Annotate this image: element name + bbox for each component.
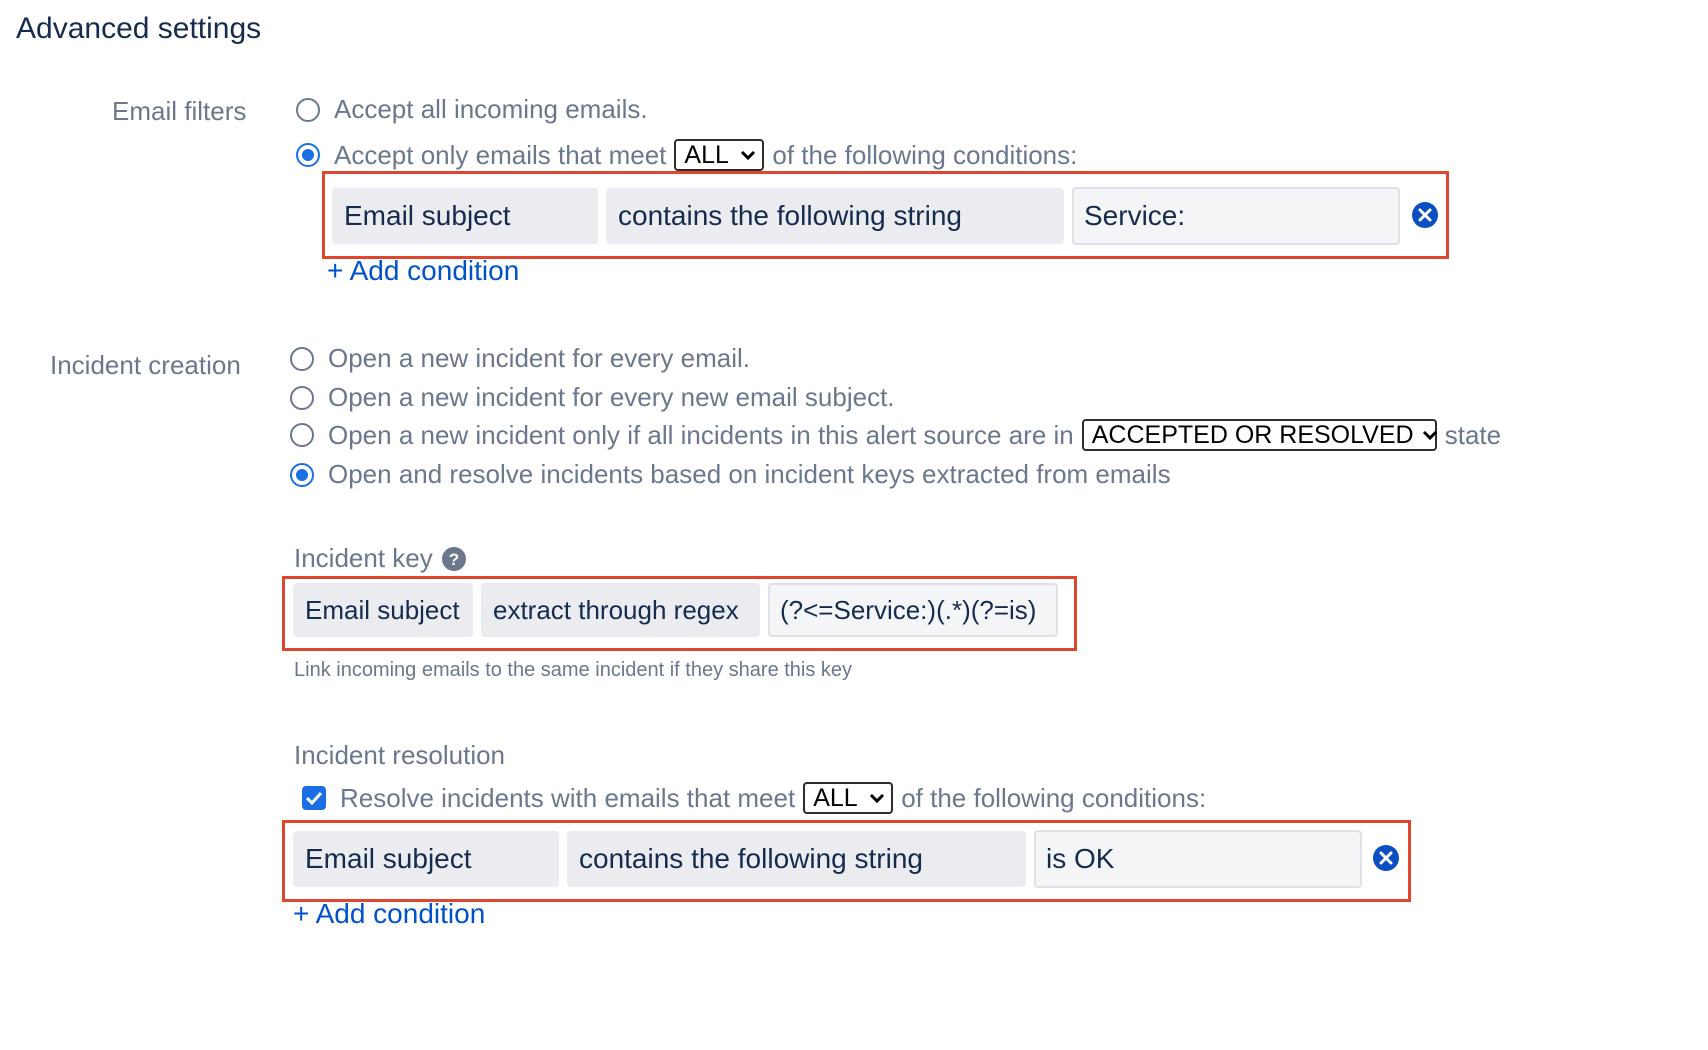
incident-resolution-label: Incident resolution bbox=[294, 740, 506, 770]
creation-option-every-subject[interactable]: Open a new incident for every new email … bbox=[290, 382, 895, 413]
svg-text:?: ? bbox=[449, 550, 459, 569]
resolution-checkbox-prefix: Resolve incidents with emails that meet bbox=[340, 782, 796, 813]
filter-option-accept-all[interactable]: Accept all incoming emails. bbox=[296, 94, 648, 125]
help-icon[interactable]: ? bbox=[441, 546, 467, 572]
email-filters-label: Email filters bbox=[112, 96, 247, 126]
remove-condition-icon[interactable] bbox=[1411, 201, 1439, 229]
radio-icon[interactable] bbox=[290, 346, 314, 371]
incident-key-field[interactable]: Email subject bbox=[293, 583, 473, 637]
resolution-checkbox-suffix: of the following conditions: bbox=[901, 782, 1207, 813]
resolution-match-select-value: ALL bbox=[813, 783, 858, 812]
creation-option-keys[interactable]: Open and resolve incidents based on inci… bbox=[290, 459, 1171, 490]
incident-key-helper-text: Link incoming emails to the same inciden… bbox=[294, 659, 853, 681]
creation-option-every-email[interactable]: Open a new incident for every email. bbox=[290, 343, 750, 374]
radio-icon[interactable] bbox=[290, 385, 314, 410]
creation-state-select[interactable]: ACCEPTED OR RESOLVED bbox=[1081, 419, 1438, 451]
resolution-checkbox-row[interactable]: Resolve incidents with emails that meet … bbox=[302, 782, 1206, 814]
creation-option-every-email-label: Open a new incident for every email. bbox=[328, 343, 750, 373]
incident-key-operator[interactable]: extract through regex bbox=[481, 583, 760, 637]
filter-option-accept-only[interactable]: Accept only emails that meet ALL of the … bbox=[296, 139, 1077, 171]
creation-option-state[interactable]: Open a new incident only if all incident… bbox=[290, 419, 1501, 451]
creation-option-state-suffix: state bbox=[1444, 419, 1502, 450]
filter-condition-value-input[interactable]: Service: bbox=[1072, 187, 1400, 245]
filter-option-prefix: Accept only emails that meet bbox=[334, 139, 667, 170]
filter-option-accept-all-label: Accept all incoming emails. bbox=[334, 94, 648, 124]
filter-option-suffix: of the following conditions: bbox=[772, 139, 1078, 170]
radio-icon[interactable] bbox=[290, 423, 314, 447]
resolution-condition-field[interactable]: Email subject bbox=[293, 831, 559, 887]
incident-key-regex-input[interactable]: (?<=Service:)(.*)(?=is) bbox=[768, 583, 1058, 637]
creation-option-keys-label: Open and resolve incidents based on inci… bbox=[328, 459, 1171, 489]
chevron-down-icon bbox=[740, 149, 756, 161]
incident-creation-label: Incident creation bbox=[50, 350, 241, 380]
filter-condition-field[interactable]: Email subject bbox=[332, 188, 598, 244]
resolution-match-select[interactable]: ALL bbox=[803, 782, 894, 814]
page-title: Advanced settings bbox=[16, 12, 262, 45]
filter-add-condition-link[interactable]: + Add condition bbox=[327, 255, 519, 287]
resolution-add-condition-link[interactable]: + Add condition bbox=[293, 898, 485, 930]
radio-icon[interactable] bbox=[290, 462, 314, 487]
chevron-down-icon bbox=[869, 792, 885, 804]
filter-match-select-value: ALL bbox=[684, 140, 729, 169]
resolution-condition-operator[interactable]: contains the following string bbox=[567, 831, 1026, 887]
creation-option-state-prefix: Open a new incident only if all incident… bbox=[328, 419, 1074, 450]
filter-match-select[interactable]: ALL bbox=[674, 139, 765, 171]
filter-condition-operator[interactable]: contains the following string bbox=[606, 188, 1064, 244]
incident-key-label: Incident key bbox=[294, 543, 433, 573]
resolution-condition-value-input[interactable]: is OK bbox=[1034, 830, 1362, 888]
creation-state-select-value: ACCEPTED OR RESOLVED bbox=[1091, 420, 1414, 449]
radio-icon[interactable] bbox=[296, 97, 320, 122]
chevron-down-icon bbox=[1422, 429, 1438, 441]
remove-condition-icon[interactable] bbox=[1372, 844, 1400, 872]
radio-icon[interactable] bbox=[296, 143, 320, 167]
creation-option-every-subject-label: Open a new incident for every new email … bbox=[328, 382, 895, 412]
incident-key-header: Incident key ? bbox=[294, 543, 467, 574]
checkbox-checked-icon[interactable] bbox=[302, 786, 326, 810]
